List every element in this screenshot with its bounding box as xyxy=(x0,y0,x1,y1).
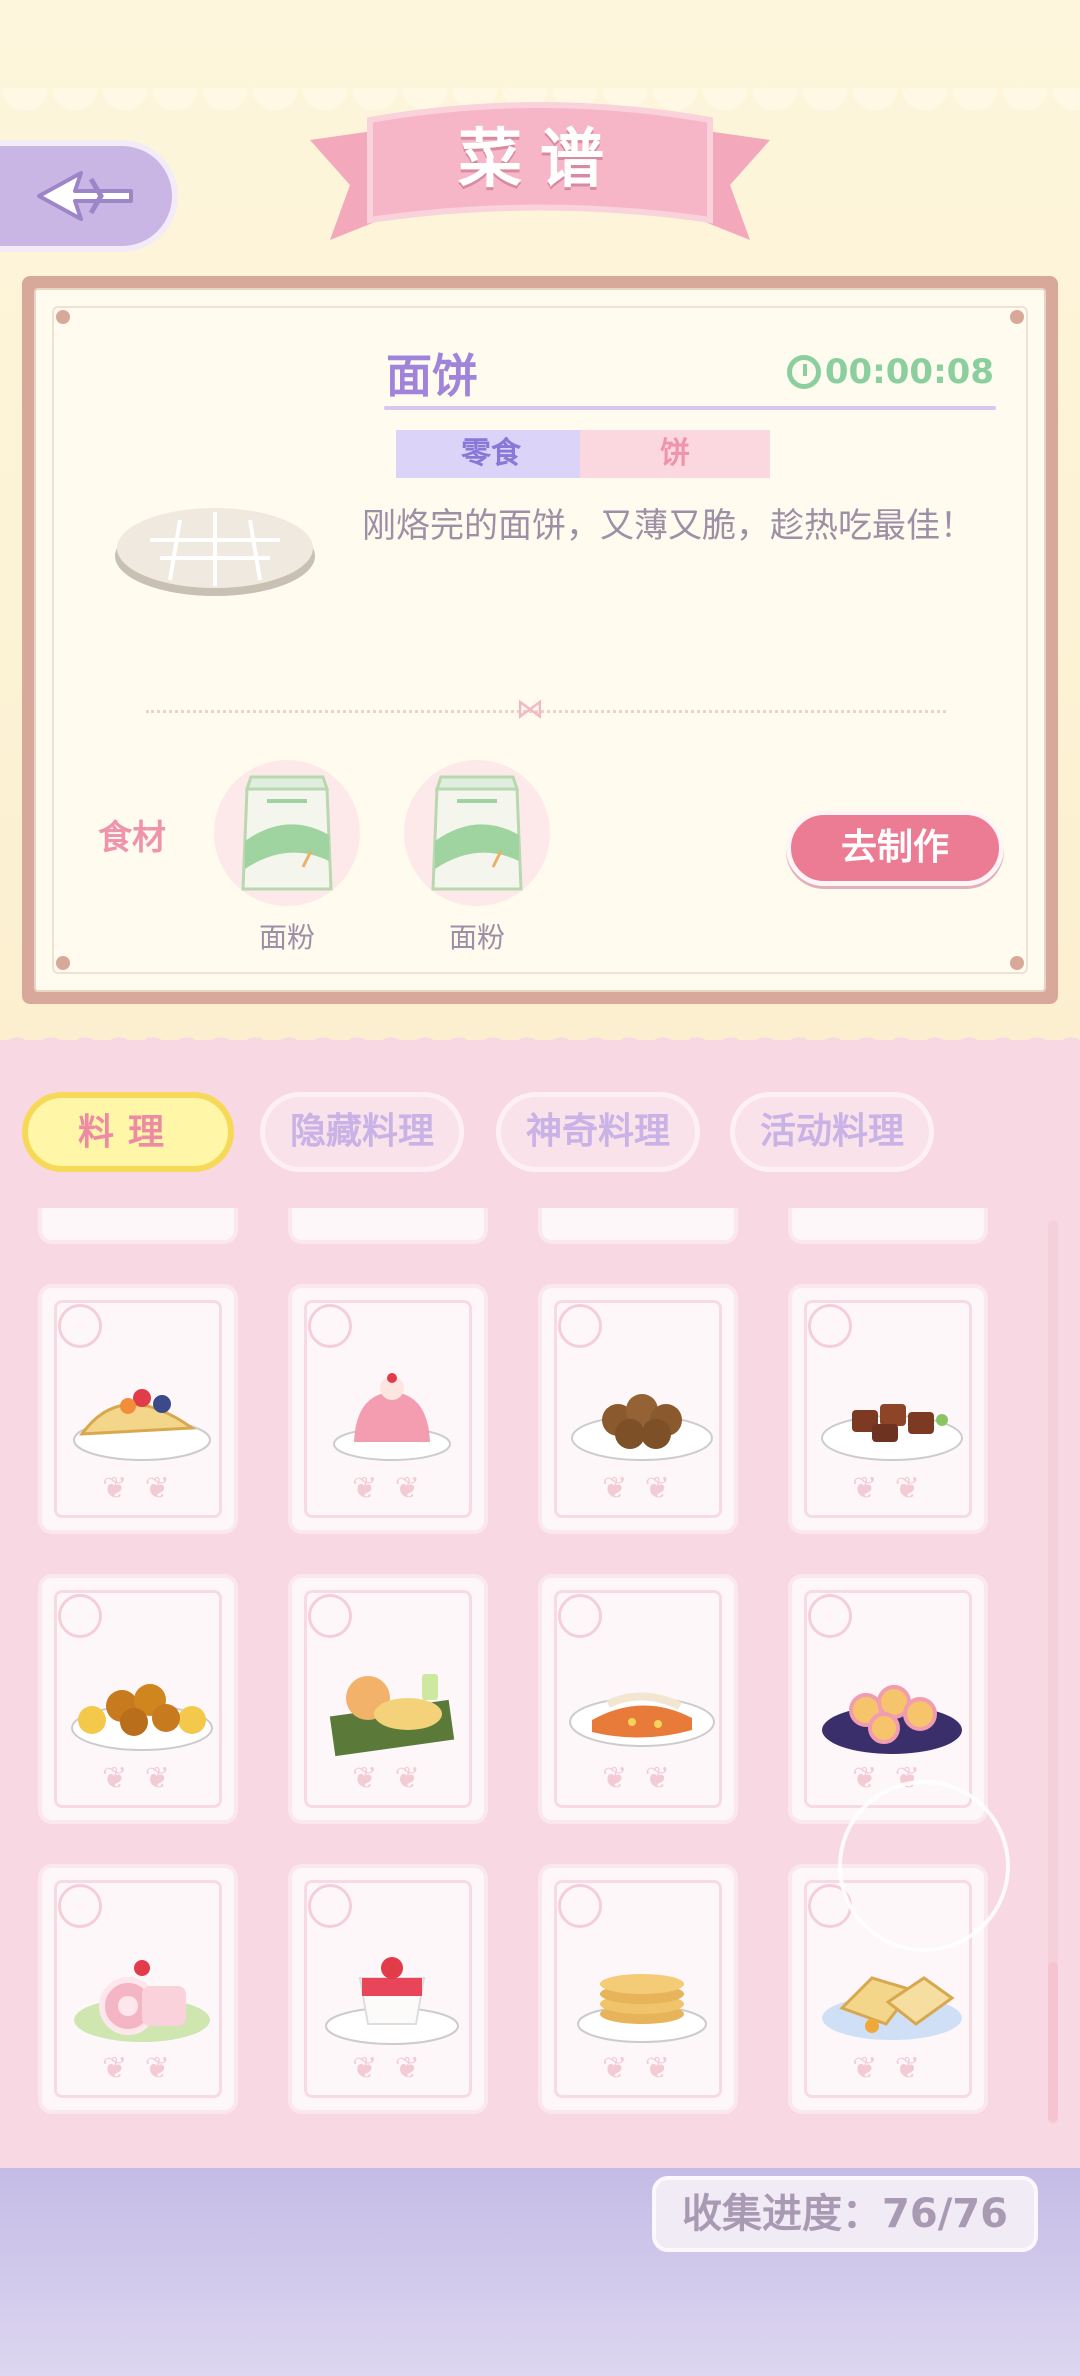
lower-scallop-decoration xyxy=(0,1030,1080,1054)
laurel-icon: ❦ ❦ xyxy=(852,2051,924,2086)
corner-dot xyxy=(56,956,70,970)
recipe-card[interactable]: ❦ ❦ xyxy=(38,1574,238,1824)
recipe-card-partial[interactable] xyxy=(288,1208,488,1244)
recipe-detail-panel: 面饼 00:00:08 零食 饼 刚烙完的面饼，又薄又脆，趁热吃最佳！ ⋈ 食材… xyxy=(22,276,1058,1004)
laurel-icon: ❦ ❦ xyxy=(352,1471,424,1506)
collection-progress: 收集进度：76/76 xyxy=(652,2176,1038,2252)
pink-jelly-dish-icon xyxy=(333,1373,451,1461)
tag-cake: 饼 xyxy=(580,430,770,478)
laurel-icon: ❦ ❦ xyxy=(852,1471,924,1506)
laurel-icon: ❦ ❦ xyxy=(602,1761,674,1796)
fork-spoon-icon xyxy=(558,1304,602,1348)
fork-spoon-icon xyxy=(308,1304,352,1348)
recipe-card[interactable]: ❦ ❦ xyxy=(38,1284,238,1534)
corner-dot xyxy=(1010,956,1024,970)
recipe-card[interactable]: ❦ ❦ xyxy=(788,1284,988,1534)
bread-rolls-dish-icon xyxy=(822,1685,962,1754)
fish-platter-dish-icon xyxy=(329,1674,455,1757)
braised-pork-dish-icon xyxy=(821,1404,963,1461)
lemon-chicken-dish-icon xyxy=(71,1684,213,1751)
flour-bag-icon xyxy=(241,775,333,891)
tag-snack: 零食 xyxy=(396,430,586,478)
fork-spoon-icon xyxy=(58,1884,102,1928)
dish-description: 刚烙完的面饼，又薄又脆，趁热吃最佳！ xyxy=(362,506,974,546)
tab-event-cuisine[interactable]: 活动料理 xyxy=(730,1092,934,1172)
ingredient-name: 面粉 xyxy=(448,921,505,954)
divider xyxy=(146,710,946,713)
laurel-icon: ❦ ❦ xyxy=(352,1761,424,1796)
page-title: 菜谱 xyxy=(458,123,622,197)
ingredient-item[interactable]: 面粉 xyxy=(212,760,362,954)
recipe-card[interactable]: ❦ ❦ xyxy=(288,1284,488,1534)
laurel-icon: ❦ ❦ xyxy=(602,2051,674,2086)
fork-spoon-icon xyxy=(558,1884,602,1928)
ingredient-item[interactable]: 面粉 xyxy=(402,760,552,954)
recipe-card[interactable]: ❦ ❦ xyxy=(538,1574,738,1824)
tab-cuisine[interactable]: 料理 xyxy=(22,1092,234,1172)
flour-bag-icon xyxy=(431,775,523,891)
strawberry-pudding-dish-icon xyxy=(325,1957,459,2045)
fork-spoon-icon xyxy=(558,1594,602,1638)
recipe-card[interactable]: ❦ ❦ xyxy=(538,1864,738,2114)
tab-hidden-cuisine[interactable]: 隐藏料理 xyxy=(260,1092,464,1172)
make-button[interactable]: 去制作 xyxy=(786,810,1004,886)
flatbread-icon xyxy=(115,508,315,596)
name-underline xyxy=(384,406,996,410)
swiss-roll-dish-icon xyxy=(74,1960,210,2042)
grilled-fish-dish-icon xyxy=(569,1692,715,1747)
recipe-card[interactable]: ❦ ❦ xyxy=(538,1284,738,1534)
meatballs-dish-icon xyxy=(571,1394,713,1461)
ingredient-name: 面粉 xyxy=(258,921,315,954)
laurel-icon: ❦ ❦ xyxy=(602,1471,674,1506)
clock-icon xyxy=(786,355,821,389)
bow-icon: ⋈ xyxy=(516,692,544,725)
corner-dot xyxy=(1010,310,1024,324)
recipe-card-partial[interactable] xyxy=(788,1208,988,1244)
corner-dot xyxy=(56,310,70,324)
taco-dish-icon xyxy=(73,1389,211,1461)
fork-spoon-icon xyxy=(808,1304,852,1348)
laurel-icon: ❦ ❦ xyxy=(102,2051,174,2086)
timer-value: 00:00:08 xyxy=(824,352,994,392)
cook-timer: 00:00:08 xyxy=(786,352,994,392)
recipe-card[interactable]: ❦ ❦ xyxy=(288,1574,488,1824)
recipe-card[interactable]: ❦ ❦ xyxy=(288,1864,488,2114)
dish-name: 面饼 xyxy=(386,349,478,403)
fork-spoon-icon xyxy=(308,1594,352,1638)
fork-spoon-icon xyxy=(58,1594,102,1638)
fork-spoon-icon xyxy=(58,1304,102,1348)
fork-spoon-icon xyxy=(808,1594,852,1638)
scrollbar-thumb[interactable] xyxy=(1048,1962,1058,2122)
touch-indicator xyxy=(838,1780,1010,1952)
laurel-icon: ❦ ❦ xyxy=(352,2051,424,2086)
recipe-card-partial[interactable] xyxy=(38,1208,238,1244)
laurel-icon: ❦ ❦ xyxy=(102,1471,174,1506)
recipe-card-partial[interactable] xyxy=(538,1208,738,1244)
fork-spoon-icon xyxy=(308,1884,352,1928)
recipe-card[interactable]: ❦ ❦ xyxy=(38,1864,238,2114)
ingredients-label: 食材 xyxy=(98,818,166,858)
pancakes-dish-icon xyxy=(577,1974,707,2043)
tab-magic-cuisine[interactable]: 神奇料理 xyxy=(496,1092,700,1172)
toast-dish-icon xyxy=(822,1976,962,2040)
laurel-icon: ❦ ❦ xyxy=(102,1761,174,1796)
